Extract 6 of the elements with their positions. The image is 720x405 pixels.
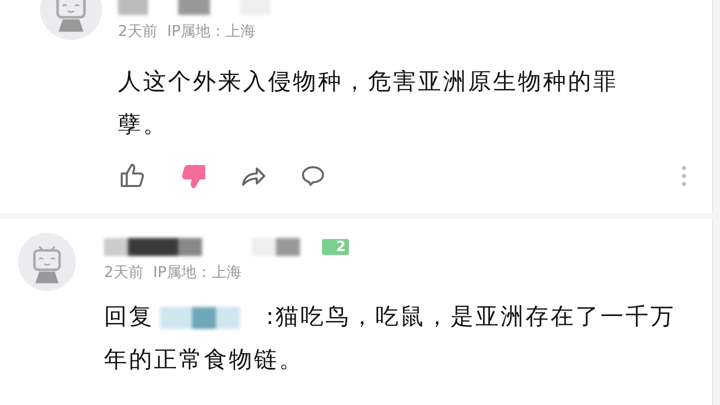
more-icon[interactable]	[680, 164, 688, 188]
comment-text: 回复 :猫吃鸟，吃鼠，是亚洲存在了一千万年的正常食物链。	[104, 303, 677, 375]
level-badge: 2	[322, 239, 349, 255]
comment-meta: 2天前 IP属地：上海	[118, 22, 257, 41]
comment-text: 人这个外来入侵物种，危害亚洲原生物种的罪孽。	[118, 68, 619, 140]
comment-meta: 2天前 IP属地：上海	[104, 263, 243, 282]
